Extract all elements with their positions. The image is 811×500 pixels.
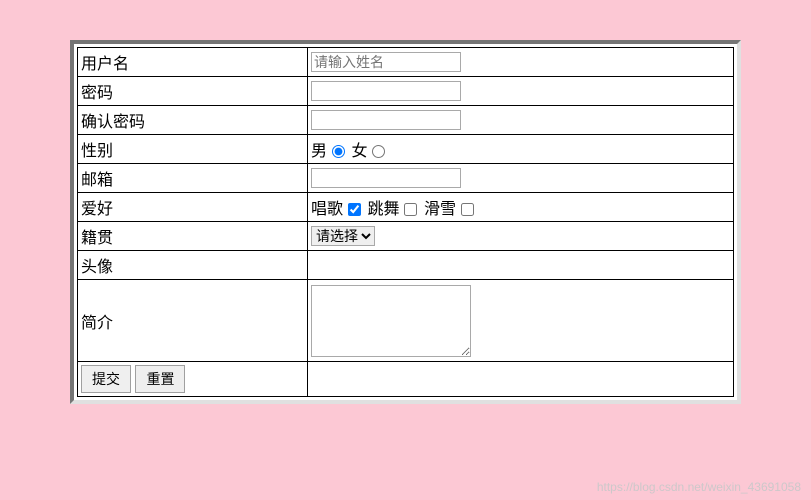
email-input[interactable] [311,168,461,188]
hobby-sing-label: 唱歌 [311,201,343,218]
empty-cell [308,362,734,397]
form-panel: 用户名 密码 确认密码 性别 男 女 邮箱 爱好 唱歌 跳舞 [70,40,741,404]
username-input[interactable] [311,52,461,72]
gender-female-radio[interactable] [372,145,385,158]
hobby-ski-label: 滑雪 [424,201,456,218]
password-label: 密码 [78,77,308,106]
bio-label: 简介 [78,280,308,362]
hobby-ski-checkbox[interactable] [461,203,474,216]
hobby-dance-label: 跳舞 [367,201,399,218]
form-table: 用户名 密码 确认密码 性别 男 女 邮箱 爱好 唱歌 跳舞 [77,47,734,397]
origin-select[interactable]: 请选择 [311,226,375,246]
confirm-input[interactable] [311,110,461,130]
gender-female-label: 女 [351,143,367,160]
email-label: 邮箱 [78,164,308,193]
confirm-label: 确认密码 [78,106,308,135]
hobby-label: 爱好 [78,193,308,222]
hobby-dance-checkbox[interactable] [404,203,417,216]
reset-button[interactable]: 重置 [135,365,185,393]
origin-label: 籍贯 [78,222,308,251]
watermark-text: https://blog.csdn.net/weixin_43691058 [597,480,801,494]
avatar-cell [308,251,734,280]
username-label: 用户名 [78,48,308,77]
password-input[interactable] [311,81,461,101]
gender-label: 性别 [78,135,308,164]
hobby-sing-checkbox[interactable] [348,203,361,216]
bio-textarea[interactable] [311,285,471,357]
gender-male-label: 男 [311,143,327,160]
gender-male-radio[interactable] [332,145,345,158]
avatar-label: 头像 [78,251,308,280]
submit-button[interactable]: 提交 [81,365,131,393]
